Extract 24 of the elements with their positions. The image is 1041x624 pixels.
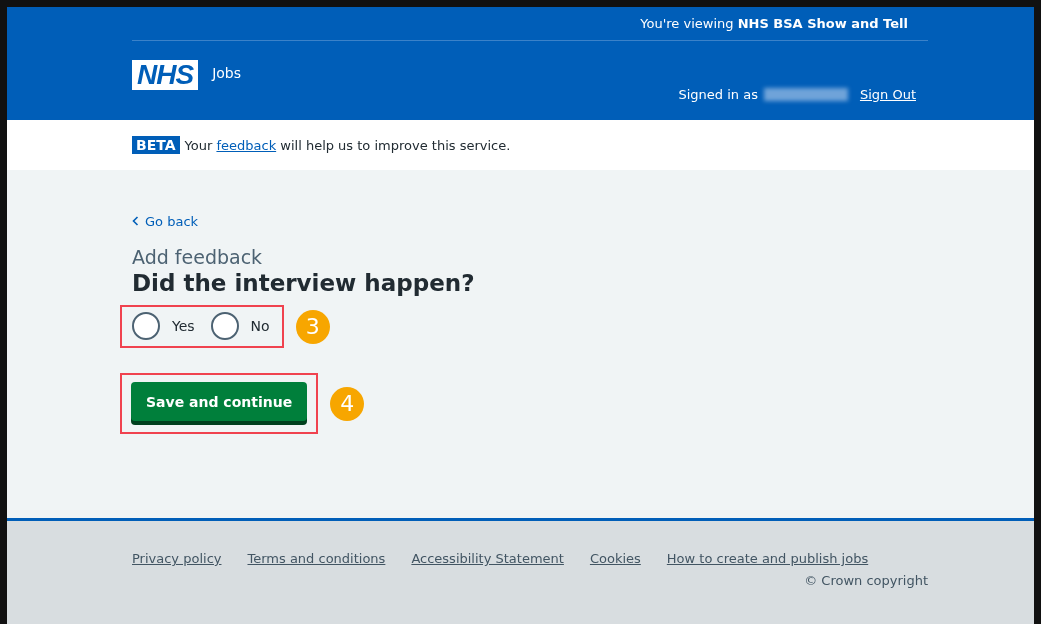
service-name: Jobs [212,64,241,81]
footer-link[interactable]: Cookies [589,551,641,566]
radio-button[interactable] [210,312,239,340]
copyright-text: © Crown copyright [804,573,928,588]
chevron-left-icon [132,216,139,226]
back-link[interactable]: Go back [132,213,199,229]
radio-option[interactable]: No [210,312,270,340]
signed-in-label: Signed in as [678,87,758,102]
beta-message: Your feedback will help us to improve this service. [184,137,511,153]
question-heading: Did the interview happen? [132,270,476,296]
footer-link[interactable]: Privacy policy [132,551,222,566]
feedback-link[interactable]: feedback [216,137,277,153]
sign-out-link[interactable]: Sign Out [859,87,916,102]
viewing-text: You're viewing NHS BSA Show and Tell [640,16,908,31]
radio-button[interactable] [132,312,160,340]
caption: Add feedback [132,246,264,268]
nhs-logo[interactable]: NHS [132,60,199,90]
step-marker: 3 [295,309,330,344]
radio-option[interactable]: Yes [132,312,195,340]
beta-tag: BETA [132,136,180,154]
step-marker: 4 [330,386,365,421]
footer-link[interactable]: How to create and publish jobs [666,551,869,566]
footer-link[interactable]: Terms and conditions [247,551,386,566]
footer-link[interactable]: Accessibility Statement [411,551,564,566]
